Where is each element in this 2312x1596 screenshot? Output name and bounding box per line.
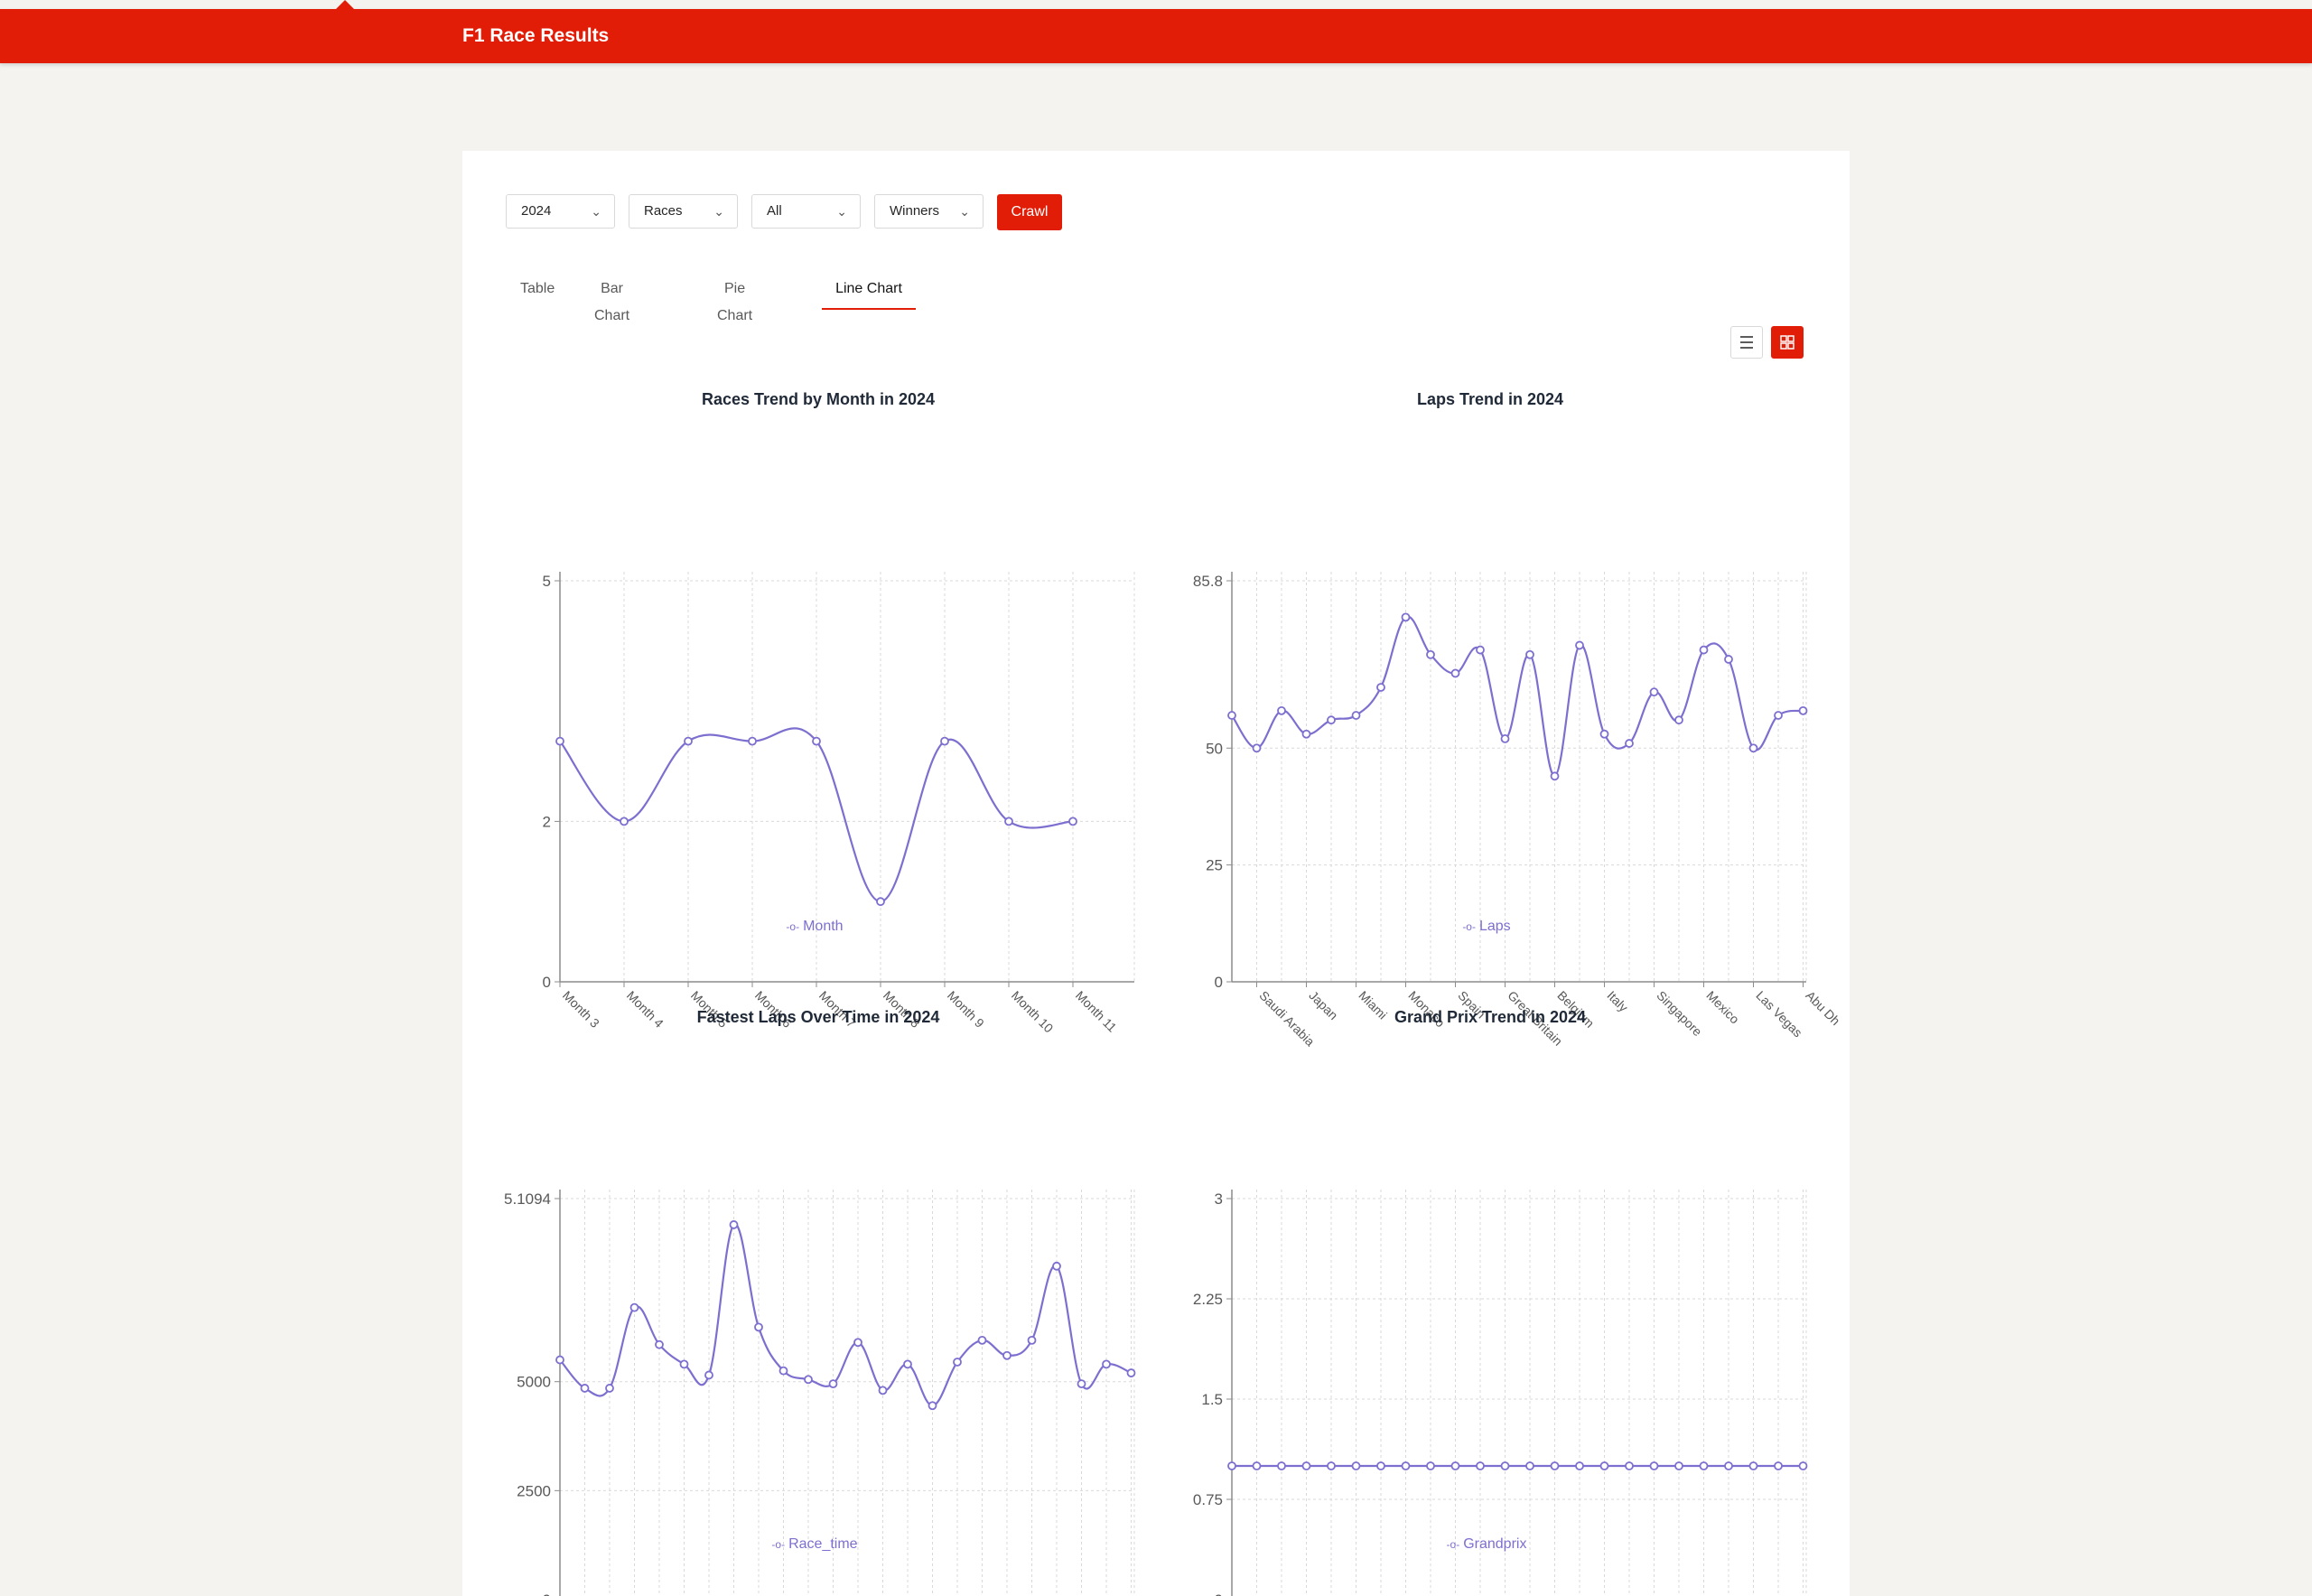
main-card: 2024 ⌄ Races ⌄ All ⌄ Winners ⌄ Crawl Tab… — [462, 151, 1850, 1596]
data-point — [1227, 1461, 1236, 1470]
nav-active-indicator — [336, 0, 354, 9]
data-point — [1376, 1461, 1385, 1470]
data-point — [1550, 1461, 1560, 1470]
data-point — [1599, 1461, 1609, 1470]
data-point — [1525, 1461, 1534, 1470]
data-point — [1774, 1461, 1783, 1470]
legend-grandprix-label: Grandprix — [1463, 1536, 1527, 1552]
data-point — [1476, 1461, 1485, 1470]
data-point — [1699, 1461, 1709, 1470]
data-point — [1649, 1461, 1659, 1470]
data-point — [1351, 1461, 1361, 1470]
y-tick-label: 0.75 — [1193, 1491, 1223, 1508]
data-point — [1277, 1461, 1286, 1470]
data-point — [1252, 1461, 1262, 1470]
data-point — [1575, 1461, 1584, 1470]
app-title[interactable]: F1 Race Results — [462, 9, 609, 63]
y-tick-label: 0 — [1215, 1591, 1223, 1596]
data-point — [1748, 1461, 1758, 1470]
grand-prix-chart: 00.751.52.253Saudi ArabiaJapanMiamiMonac… — [1193, 1190, 1808, 1596]
data-point — [1674, 1461, 1683, 1470]
legend-grandprix[interactable]: -o- Grandprix — [1351, 1536, 1622, 1553]
data-point — [1401, 1461, 1411, 1470]
data-point — [1500, 1461, 1510, 1470]
data-point — [1724, 1461, 1733, 1470]
data-point — [1625, 1461, 1634, 1470]
data-point — [1301, 1461, 1311, 1470]
data-point — [1798, 1461, 1808, 1470]
data-point — [1450, 1461, 1460, 1470]
legend-marker-icon: -o- — [1446, 1538, 1460, 1551]
y-tick-label: 2.25 — [1193, 1291, 1223, 1308]
y-tick-label: 1.5 — [1201, 1391, 1223, 1408]
y-tick-label: 3 — [1215, 1190, 1223, 1208]
top-nav-bar: F1 Race Results — [0, 0, 2312, 63]
data-point — [1327, 1461, 1336, 1470]
data-point — [1426, 1461, 1435, 1470]
